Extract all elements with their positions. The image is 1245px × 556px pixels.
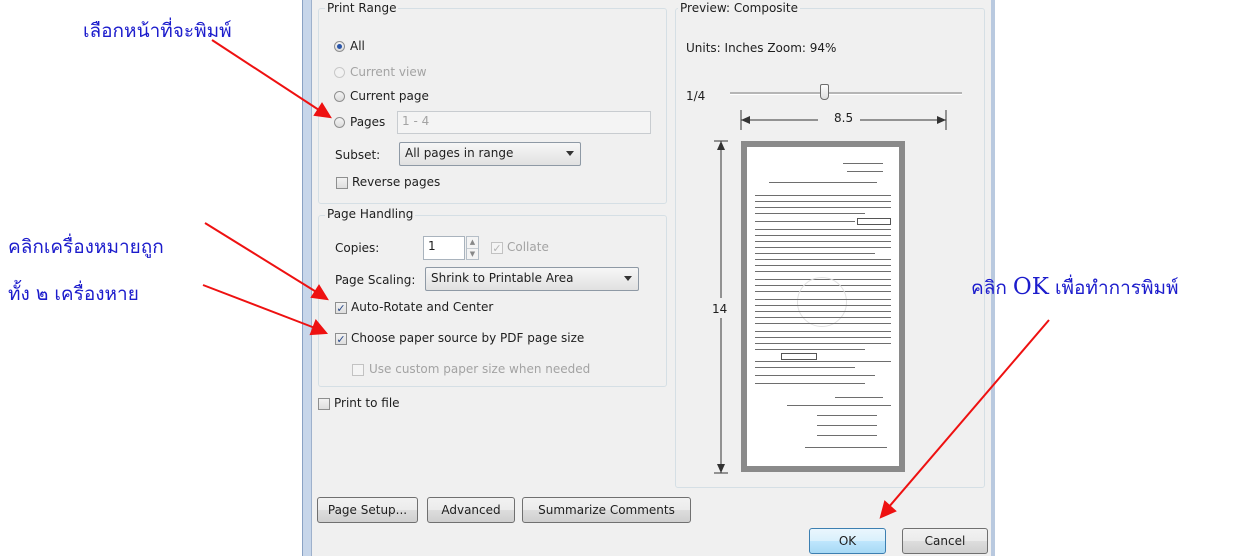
arrow-to-paper-source [202, 284, 316, 329]
arrow-to-auto-rotate [204, 222, 319, 294]
annotation-arrows [202, 39, 1050, 519]
arrow-to-ok-button [887, 319, 1050, 509]
arrow-to-pages-radio [211, 39, 323, 113]
